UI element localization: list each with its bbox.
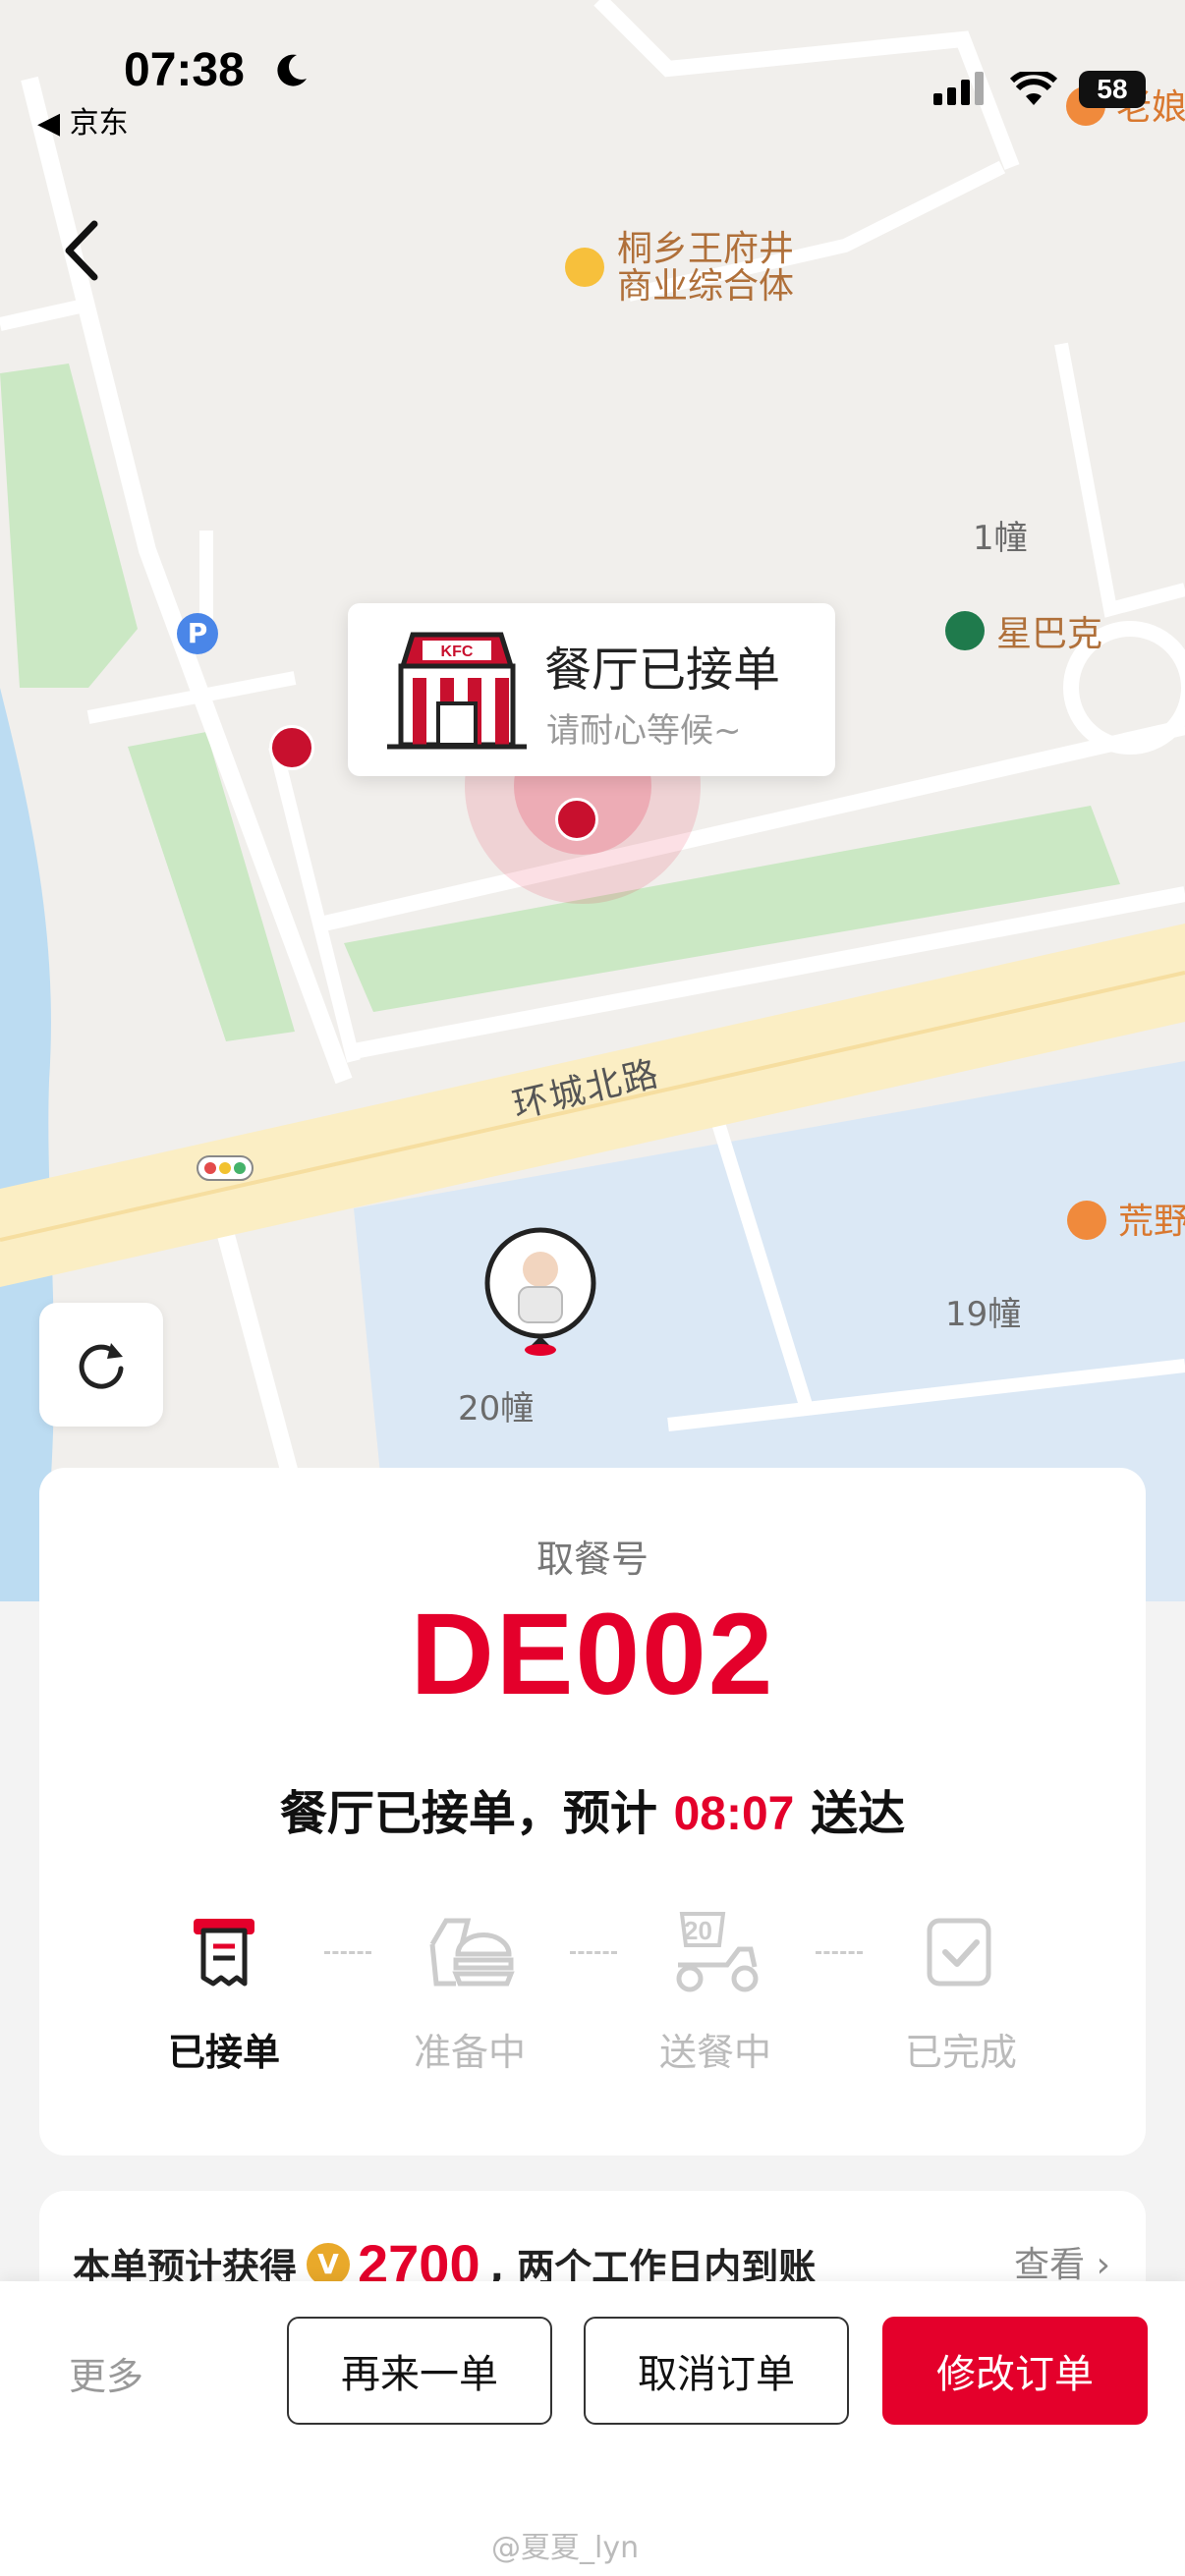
step-accepted: 已接单 bbox=[126, 1908, 322, 2076]
building-label-19: 19幢 bbox=[945, 1295, 1022, 1334]
eta-time: 08:07 bbox=[673, 1788, 795, 1840]
cancel-order-button[interactable]: 取消订单 bbox=[584, 2317, 849, 2425]
status-icons: 58 bbox=[933, 71, 1146, 108]
back-arrow-icon[interactable] bbox=[59, 218, 106, 283]
refresh-icon bbox=[79, 1343, 124, 1389]
svg-text:KFC: KFC bbox=[441, 644, 474, 660]
step-label: 送餐中 bbox=[658, 2031, 771, 2074]
step-divider bbox=[324, 1951, 371, 1954]
moon-icon bbox=[277, 54, 307, 86]
receipt-icon bbox=[194, 1919, 254, 1987]
poi-label-mall-line2: 商业综合体 bbox=[617, 266, 795, 307]
step-label: 准备中 bbox=[413, 2031, 526, 2074]
starbucks-poi-icon[interactable] bbox=[945, 611, 985, 650]
status-time: 07:38 bbox=[124, 44, 245, 96]
burger-icon bbox=[429, 1918, 515, 1987]
step-delivering: 20 送餐中 bbox=[617, 1908, 814, 2076]
step-divider bbox=[816, 1951, 863, 1954]
poi-label-mall-line1: 桐乡王府井 bbox=[617, 229, 795, 269]
traffic-light-icon bbox=[197, 1155, 254, 1181]
pickup-number: DE002 bbox=[410, 1590, 775, 1719]
signal-icon bbox=[933, 72, 984, 105]
pin-avatar-icon bbox=[484, 1227, 596, 1356]
view-reward-link[interactable]: 查看 › bbox=[1014, 2236, 1110, 2287]
restaurant-status-bubble[interactable]: KFC 餐厅已接单 请耐心等候~ bbox=[348, 603, 835, 776]
huangye-poi-icon[interactable] bbox=[1067, 1201, 1106, 1240]
step-preparing: 准备中 bbox=[371, 1908, 568, 2076]
kfc-store-icon: KFC bbox=[387, 632, 527, 750]
svg-text:20: 20 bbox=[684, 1916, 712, 1945]
watermark: @夏夏_lyn bbox=[491, 2531, 640, 2565]
back-to-app-link[interactable]: ◀ 京东 bbox=[37, 98, 129, 141]
eta-suffix: 送达 bbox=[794, 1786, 906, 1841]
check-box-icon bbox=[927, 1918, 991, 1987]
poi-label-huangye: 荒野 bbox=[1118, 1202, 1185, 1242]
mall-poi-icon[interactable] bbox=[565, 248, 604, 287]
step-completed: 已完成 bbox=[863, 1908, 1059, 2076]
eta-message: 餐厅已接单，预计 08:07 送达 bbox=[39, 1774, 1146, 1843]
eta-prefix: 餐厅已接单，预计 bbox=[279, 1786, 674, 1841]
kfc-poi-icon[interactable] bbox=[269, 725, 314, 770]
more-button[interactable]: 更多 bbox=[69, 2346, 143, 2400]
step-label: 已完成 bbox=[904, 2031, 1017, 2074]
step-label: 已接单 bbox=[167, 2031, 280, 2074]
reorder-button[interactable]: 再来一单 bbox=[287, 2317, 552, 2425]
order-status-card: 取餐号 DE002 餐厅已接单，预计 08:07 送达 已接单 准备中 20 送… bbox=[39, 1468, 1146, 2156]
scooter-icon: 20 bbox=[676, 1912, 759, 1992]
coin-icon: V bbox=[307, 2242, 351, 2286]
refresh-map-button[interactable] bbox=[39, 1303, 163, 1427]
wifi-icon bbox=[1010, 72, 1057, 105]
map-background bbox=[0, 0, 1185, 1601]
step-divider bbox=[570, 1951, 617, 1954]
poi-label-starbucks: 星巴克 bbox=[996, 614, 1103, 654]
bubble-title: 餐厅已接单 bbox=[544, 643, 781, 698]
pickup-number-label: 取餐号 bbox=[536, 1538, 649, 1581]
user-location-marker bbox=[483, 1226, 597, 1358]
order-progress-steps: 已接单 准备中 20 送餐中 已完成 bbox=[39, 1908, 1146, 2085]
building-label-20: 20幢 bbox=[458, 1389, 535, 1428]
parking-icon: P bbox=[177, 613, 218, 654]
battery-indicator: 58 bbox=[1079, 71, 1146, 108]
delivery-map[interactable]: 老娘 桐乡王府井 商业综合体 1幢 星巴克 P 环城北路 荒野 19幢 20幢 … bbox=[0, 0, 1185, 1601]
restaurant-location-marker-icon bbox=[555, 798, 598, 841]
modify-order-button[interactable]: 修改订单 bbox=[882, 2317, 1148, 2425]
bubble-subtitle: 请耐心等候~ bbox=[546, 711, 742, 751]
building-label-1: 1幢 bbox=[973, 519, 1028, 558]
